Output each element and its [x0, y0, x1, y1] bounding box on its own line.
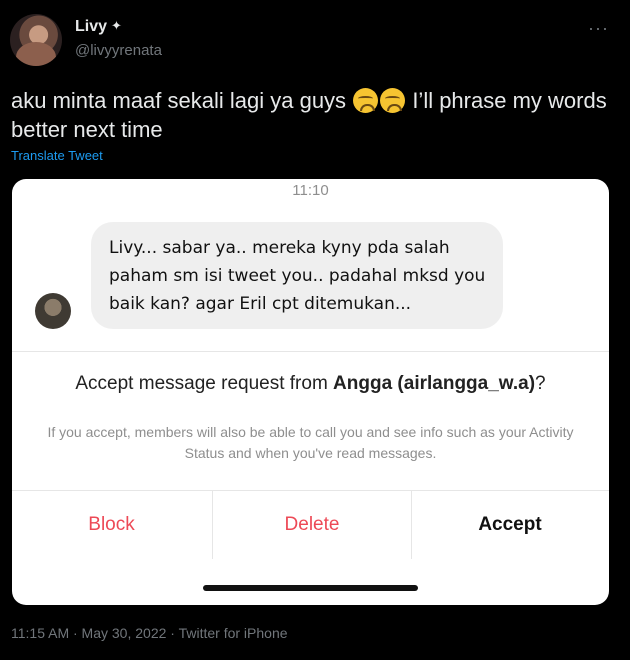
- author-handle[interactable]: @livyyrenata: [75, 42, 162, 59]
- author-name[interactable]: Livy ✦: [75, 18, 122, 36]
- author-name-text: Livy: [75, 18, 108, 35]
- sparkle-icon: ✦: [111, 18, 122, 33]
- attached-screenshot[interactable]: 11:10 Livy... sabar ya.. mereka kyny pda…: [12, 179, 609, 605]
- tweet-meta: 11:15 AM · May 30, 2022 · Twitter for iP…: [11, 625, 288, 641]
- tweet-text-start: aku minta maaf sekali lagi ya guys: [11, 88, 347, 113]
- disappointed-face-emoji-icon: [353, 88, 379, 113]
- request-prefix: Accept message request from: [75, 373, 328, 394]
- home-indicator: [203, 585, 418, 591]
- message-bubble: Livy... sabar ya.. mereka kyny pda salah…: [91, 222, 503, 329]
- delete-button[interactable]: Delete: [212, 491, 412, 559]
- block-button[interactable]: Block: [12, 491, 211, 559]
- translate-tweet-link[interactable]: Translate Tweet: [11, 148, 103, 163]
- author-avatar[interactable]: [10, 14, 62, 66]
- sender-avatar: [35, 293, 71, 329]
- message-request-question: Accept message request from Angga (airla…: [12, 373, 609, 395]
- divider: [12, 351, 609, 352]
- accept-button[interactable]: Accept: [411, 491, 609, 559]
- message-request-note: If you accept, members will also be able…: [47, 424, 574, 461]
- request-sender-name: Angga (airlangga_w.a): [333, 373, 536, 394]
- disappointed-face-emoji-icon: [380, 88, 406, 113]
- message-time: 11:10: [292, 182, 329, 199]
- request-suffix: ?: [535, 373, 546, 394]
- tweet-text: aku minta maaf sekali lagi ya guys I’ll …: [11, 86, 621, 144]
- message-text: Livy... sabar ya.. mereka kyny pda salah…: [109, 238, 486, 314]
- more-options-icon[interactable]: ···: [588, 18, 609, 39]
- tweet-page: Livy ✦ @livyyrenata ··· aku minta maaf se…: [0, 0, 630, 660]
